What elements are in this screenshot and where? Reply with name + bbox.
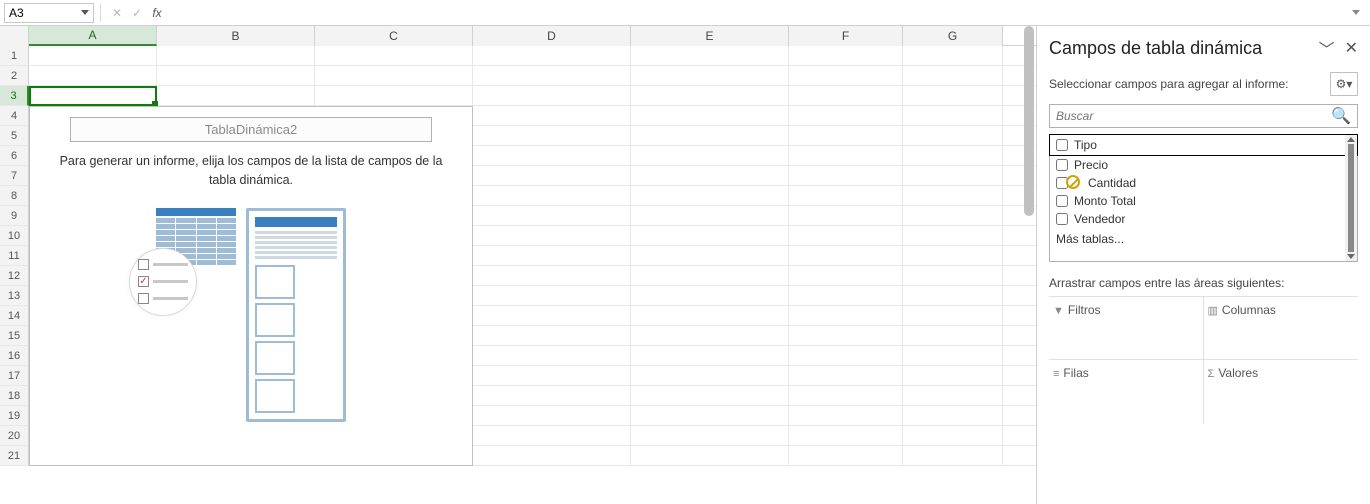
pivottable-hint: Para generar un informe, elija los campo… — [34, 152, 468, 190]
field-label: Tipo — [1074, 138, 1097, 152]
area-label: Columnas — [1222, 303, 1276, 317]
scrollbar-thumb[interactable] — [1348, 144, 1354, 252]
row-header[interactable]: 9 — [0, 206, 29, 226]
area-values[interactable]: ΣValores — [1204, 360, 1359, 423]
search-input[interactable] — [1056, 109, 1331, 123]
row-headers: 1 2 3 4 5 6 7 8 9 10 11 12 13 14 15 16 1… — [0, 46, 29, 466]
row-header[interactable]: 16 — [0, 346, 29, 366]
column-header-a[interactable]: A — [29, 26, 157, 46]
separator — [100, 4, 101, 22]
row-header[interactable]: 18 — [0, 386, 29, 406]
name-box[interactable]: A3 — [4, 3, 94, 23]
row-header[interactable]: 19 — [0, 406, 29, 426]
row-header[interactable]: 12 — [0, 266, 29, 286]
field-checkbox[interactable] — [1056, 195, 1068, 207]
gear-icon: ⚙ — [1336, 77, 1347, 91]
drop-areas: ▼ Filtros ▥ Columnas ≡ Filas ΣValores — [1049, 296, 1358, 423]
search-icon: 🔍 — [1331, 106, 1351, 126]
field-checkbox[interactable] — [1056, 159, 1068, 171]
x-icon: ✕ — [112, 6, 122, 20]
field-list: Tipo Precio Cantidad Monto Total Vendedo… — [1049, 134, 1358, 262]
expand-formula-bar-icon[interactable] — [1352, 10, 1360, 15]
row-header[interactable]: 7 — [0, 166, 29, 186]
column-header-g[interactable]: G — [903, 26, 1003, 46]
field-checkbox[interactable] — [1056, 213, 1068, 225]
cancel-formula-button[interactable]: ✕ — [107, 3, 127, 23]
column-header-b[interactable]: B — [157, 26, 315, 46]
field-item-tipo[interactable]: Tipo — [1049, 134, 1358, 156]
area-columns[interactable]: ▥ Columnas — [1204, 297, 1359, 360]
drag-areas-label: Arrastrar campos entre las áreas siguien… — [1049, 276, 1358, 290]
panel-subtitle: Seleccionar campos para agregar al infor… — [1049, 77, 1288, 91]
confirm-formula-button[interactable]: ✓ — [127, 3, 147, 23]
row-header[interactable]: 1 — [0, 46, 29, 66]
row-header[interactable]: 2 — [0, 66, 29, 86]
row-header[interactable]: 13 — [0, 286, 29, 306]
row-header[interactable]: 10 — [0, 226, 29, 246]
formula-input[interactable] — [173, 3, 1352, 23]
worksheet-grid[interactable]: A B C D E F G 1 2 3 4 5 6 7 8 9 10 11 12… — [0, 26, 1036, 504]
row-header[interactable]: 6 — [0, 146, 29, 166]
field-label: Cantidad — [1088, 176, 1136, 190]
field-label: Monto Total — [1074, 194, 1136, 208]
pivottable-fields-panel: Campos de tabla dinámica ﹀ ✕ Seleccionar… — [1036, 26, 1370, 504]
insert-function-button[interactable]: fx — [147, 3, 167, 23]
values-icon: Σ — [1208, 368, 1215, 380]
area-rows[interactable]: ≡ Filas — [1049, 360, 1204, 423]
collapse-panel-icon[interactable]: ﹀ — [1319, 36, 1335, 60]
field-search[interactable]: 🔍 — [1049, 104, 1358, 128]
check-icon: ✓ — [132, 6, 142, 20]
column-header-d[interactable]: D — [473, 26, 631, 46]
row-header[interactable]: 15 — [0, 326, 29, 346]
vertical-scrollbar[interactable] — [1022, 26, 1036, 504]
columns-icon: ▥ — [1208, 305, 1218, 317]
pivottable-illustration: ✓ — [34, 208, 468, 422]
area-label: Filas — [1063, 366, 1088, 380]
close-panel-icon[interactable]: ✕ — [1345, 38, 1358, 58]
field-item-monto-total[interactable]: Monto Total — [1050, 192, 1357, 210]
more-tables-link[interactable]: Más tablas... — [1050, 228, 1357, 250]
rows-icon: ≡ — [1053, 368, 1059, 380]
column-header-f[interactable]: F — [789, 26, 903, 46]
column-headers: A B C D E F G — [0, 26, 1036, 46]
field-label: Vendedor — [1074, 212, 1125, 226]
scrollbar-thumb[interactable] — [1024, 26, 1034, 216]
scroll-down-icon[interactable] — [1347, 254, 1355, 259]
column-header-e[interactable]: E — [631, 26, 789, 46]
panel-settings-button[interactable]: ⚙▾ — [1330, 72, 1358, 96]
name-box-value: A3 — [9, 6, 24, 20]
illustration-checklist-icon: ✓ — [129, 248, 197, 316]
fx-label: fx — [152, 6, 161, 20]
row-header[interactable]: 8 — [0, 186, 29, 206]
panel-title: Campos de tabla dinámica — [1049, 38, 1262, 59]
field-item-vendedor[interactable]: Vendedor — [1050, 210, 1357, 228]
illustration-card-icon — [246, 208, 346, 422]
row-header[interactable]: 17 — [0, 366, 29, 386]
row-header[interactable]: 21 — [0, 446, 29, 466]
pivottable-placeholder: TablaDinámica2 Para generar un informe, … — [29, 106, 473, 466]
area-label: Valores — [1218, 366, 1258, 380]
field-list-scrollbar[interactable] — [1345, 135, 1357, 261]
field-item-precio[interactable]: Precio — [1050, 156, 1357, 174]
chevron-down-icon[interactable] — [81, 10, 89, 15]
row-header[interactable]: 4 — [0, 106, 29, 126]
pivottable-name: TablaDinámica2 — [70, 117, 432, 142]
row-header[interactable]: 5 — [0, 126, 29, 146]
formula-bar: A3 ✕ ✓ fx — [0, 0, 1370, 26]
row-header[interactable]: 3 — [0, 86, 29, 106]
field-checkbox[interactable] — [1056, 139, 1068, 151]
field-label: Precio — [1074, 158, 1108, 172]
select-all-corner[interactable] — [0, 26, 29, 46]
filter-icon: ▼ — [1053, 305, 1064, 317]
area-label: Filtros — [1068, 303, 1101, 317]
area-filters[interactable]: ▼ Filtros — [1049, 297, 1204, 360]
row-header[interactable]: 20 — [0, 426, 29, 446]
row-header[interactable]: 14 — [0, 306, 29, 326]
row-header[interactable]: 11 — [0, 246, 29, 266]
no-drop-cursor-icon — [1066, 175, 1080, 189]
column-header-c[interactable]: C — [315, 26, 473, 46]
field-item-cantidad[interactable]: Cantidad — [1050, 174, 1357, 192]
scroll-up-icon[interactable] — [1347, 137, 1355, 142]
